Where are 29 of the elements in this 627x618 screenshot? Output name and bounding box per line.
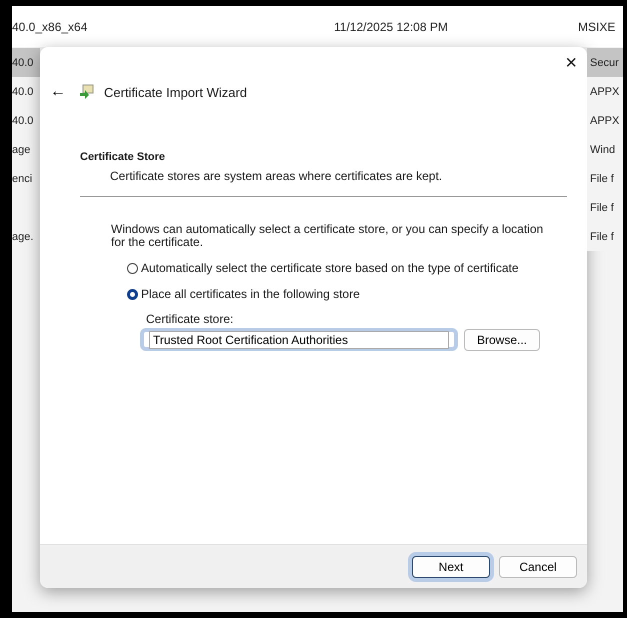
section-heading: Certificate Store [80,151,166,163]
intro-text: Windows can automatically select a certificate store, or you can specify a location for the certificate. [111,223,544,249]
back-button[interactable]: ← [48,83,68,101]
radio-option[interactable]: Place all certificates in the following store [127,287,567,301]
browse-button[interactable]: Browse... [464,328,540,350]
file-type: File f [590,172,614,184]
section-description: Certificate stores are system areas where certificates are kept. [110,169,444,183]
file-name: 40.0 [12,56,34,68]
store-field[interactable]: Trusted Root Certification Authorities [140,328,458,351]
close-button[interactable]: × [563,51,579,75]
file-name: 40.0_x86_x64 [12,20,88,34]
store-label: Certificate store: [146,312,234,326]
footer-button[interactable]: Cancel [499,556,577,578]
file-name: 40.0 [12,114,34,126]
dialog-title: Certificate Import Wizard [104,84,248,100]
file-type: File f [590,202,614,214]
file-type: File f [590,230,614,242]
file-date: 11/12/2025 12:08 PM [334,20,449,34]
file-type: APPX [590,86,620,98]
certificate-icon [78,84,94,100]
file-name: enci [12,172,32,184]
file-name: age. [12,230,34,242]
file-type: APPX [590,114,620,126]
file-type: Wind [590,144,616,156]
file-name: 40.0 [12,86,34,98]
file-type: Secur [590,56,619,68]
radio-option[interactable]: Automatically select the certificate store based on the type of certificate [127,261,567,275]
file-type: MSIXE [578,20,616,34]
file-name: age [12,144,30,156]
